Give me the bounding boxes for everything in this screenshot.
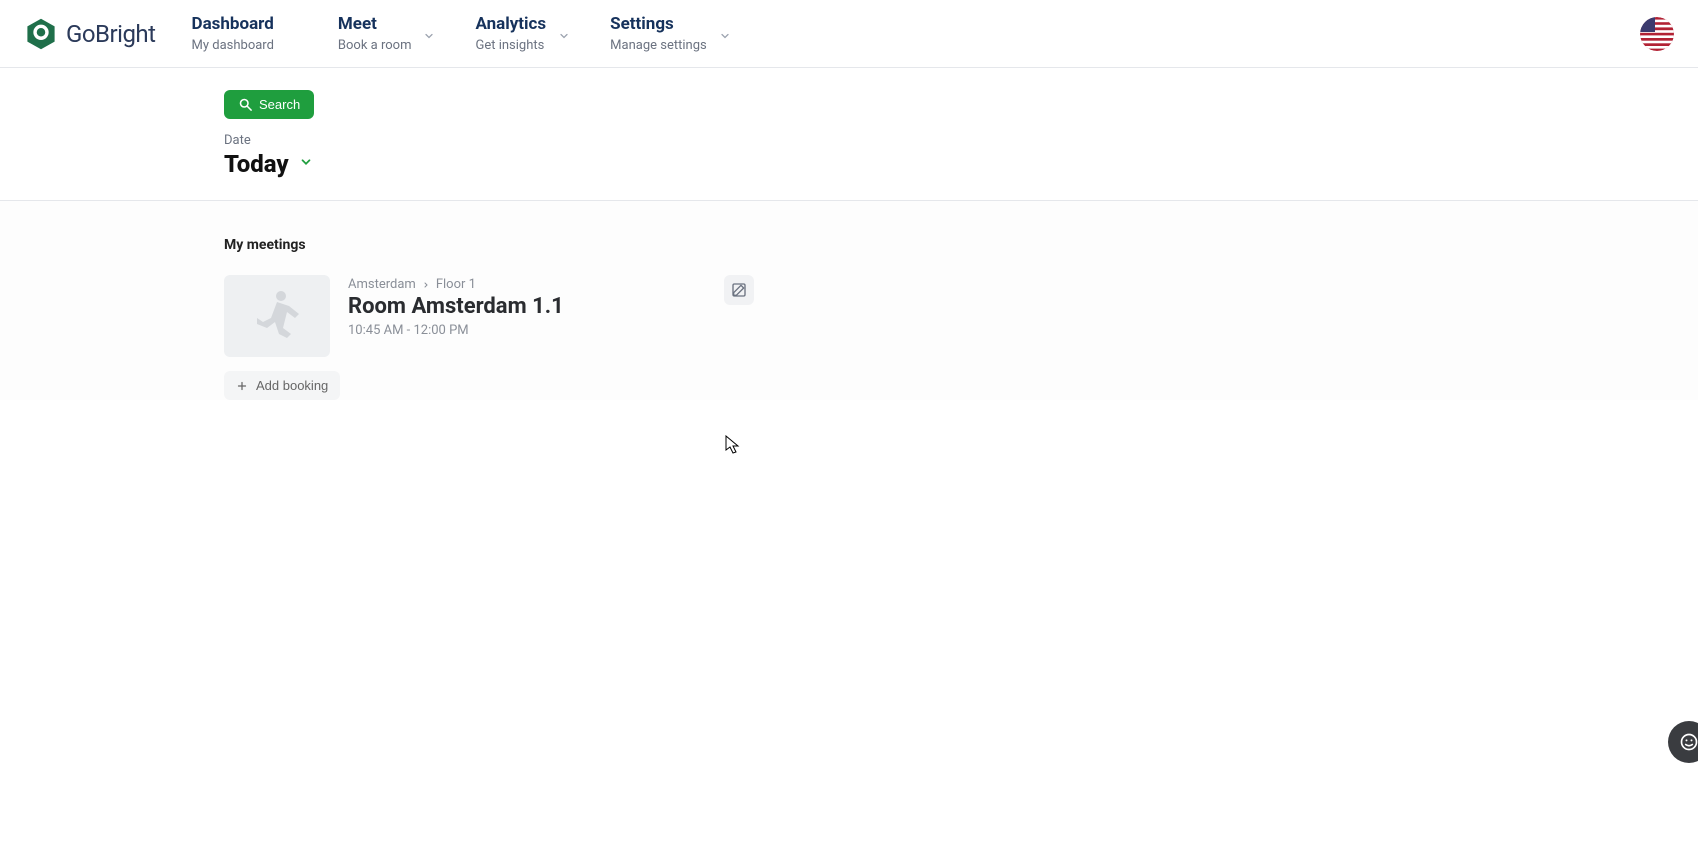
- chevron-down-icon: [423, 30, 435, 46]
- meeting-thumbnail: [224, 275, 330, 357]
- person-running-icon: [247, 288, 307, 344]
- date-label: Date: [224, 133, 1698, 148]
- chevron-down-icon: [558, 30, 570, 46]
- nav-item-dashboard[interactable]: Dashboard My dashboard: [192, 14, 274, 53]
- nav-title: Meet: [338, 14, 412, 34]
- nav-sub: My dashboard: [192, 38, 274, 53]
- edit-meeting-button[interactable]: [724, 275, 754, 305]
- search-label: Search: [259, 97, 300, 112]
- brand-logo[interactable]: GoBright: [24, 17, 156, 51]
- nav-item-meet[interactable]: Meet Book a room: [338, 14, 412, 53]
- chevron-right-icon: [422, 281, 430, 289]
- section-title-my-meetings: My meetings: [224, 237, 1698, 253]
- meeting-title: Room Amsterdam 1.1: [348, 294, 706, 319]
- meeting-time: 10:45 AM - 12:00 PM: [348, 323, 706, 338]
- topbar: GoBright Dashboard My dashboard Meet Boo…: [0, 0, 1698, 68]
- edit-icon: [731, 282, 747, 298]
- search-button[interactable]: Search: [224, 90, 314, 119]
- date-picker[interactable]: Today: [224, 150, 1698, 178]
- breadcrumb-floor: Floor 1: [436, 277, 476, 292]
- meeting-info: Amsterdam Floor 1 Room Amsterdam 1.1 10:…: [348, 275, 706, 338]
- brand-name: GoBright: [66, 20, 156, 48]
- brand-logo-icon: [24, 17, 58, 51]
- nav-title: Analytics: [475, 14, 546, 34]
- main-nav: Dashboard My dashboard Meet Book a room …: [192, 14, 707, 53]
- breadcrumb-location: Amsterdam: [348, 277, 416, 292]
- nav-sub: Get insights: [475, 38, 546, 53]
- search-icon: [238, 97, 253, 112]
- language-flag-us[interactable]: [1640, 17, 1674, 51]
- add-booking-label: Add booking: [256, 378, 328, 393]
- chevron-down-icon: [299, 155, 313, 173]
- chat-icon: [1679, 732, 1698, 752]
- cursor-icon: [725, 435, 741, 455]
- nav-sub: Manage settings: [610, 38, 707, 53]
- nav-sub: Book a room: [338, 38, 412, 53]
- nav-title: Settings: [610, 14, 707, 34]
- main-content: My meetings Amsterdam Floor 1 Room Amste…: [0, 201, 1698, 400]
- nav-title: Dashboard: [192, 14, 274, 34]
- add-booking-button[interactable]: Add booking: [224, 371, 340, 400]
- meeting-card[interactable]: Amsterdam Floor 1 Room Amsterdam 1.1 10:…: [224, 275, 754, 357]
- filter-bar: Search Date Today: [0, 68, 1698, 201]
- chat-widget-button[interactable]: [1668, 721, 1698, 763]
- breadcrumb: Amsterdam Floor 1: [348, 277, 706, 292]
- chevron-down-icon: [719, 30, 731, 46]
- date-value: Today: [224, 150, 289, 178]
- nav-item-settings[interactable]: Settings Manage settings: [610, 14, 707, 53]
- plus-icon: [236, 380, 248, 392]
- nav-item-analytics[interactable]: Analytics Get insights: [475, 14, 546, 53]
